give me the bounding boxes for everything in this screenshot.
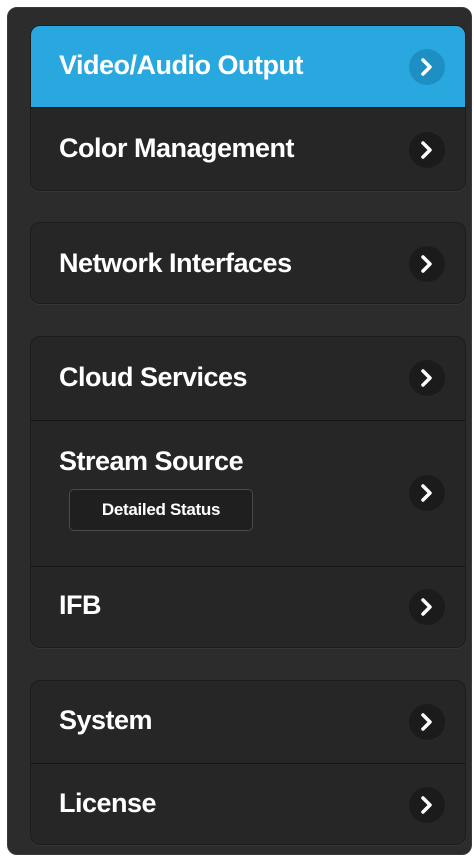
menu-group-output: Video/Audio Output Color Management [30, 25, 466, 191]
menu-item-ifb[interactable]: IFB [31, 567, 465, 647]
chevron-right-icon [409, 132, 445, 168]
chevron-right-icon [409, 49, 445, 85]
menu-item-cloud-services[interactable]: Cloud Services [31, 337, 465, 421]
chevron-right-icon [409, 787, 445, 823]
menu-item-label: Color Management [59, 133, 295, 163]
menu-item-label: License [59, 788, 157, 818]
menu-item-system[interactable]: System [31, 681, 465, 764]
menu-group-system: System License [30, 680, 466, 845]
menu-item-label: IFB [59, 590, 102, 620]
menu-item-license[interactable]: License [31, 764, 465, 844]
menu-item-label: Cloud Services [59, 362, 248, 392]
menu-item-label: Stream Source [59, 446, 244, 476]
menu-item-label: Network Interfaces [59, 248, 292, 278]
chevron-right-icon [409, 704, 445, 740]
menu-group-network: Network Interfaces [30, 222, 466, 304]
menu-item-stream-source[interactable]: Stream Source Detailed Status [31, 421, 465, 567]
chevron-right-icon [409, 246, 445, 282]
menu-item-label: System [59, 705, 153, 735]
menu-item-color-management[interactable]: Color Management [31, 108, 465, 190]
chevron-right-icon [409, 475, 445, 511]
chevron-right-icon [409, 589, 445, 625]
menu-group-services: Cloud Services Stream Source Detailed St… [30, 336, 466, 648]
menu-item-label: Video/Audio Output [59, 50, 303, 80]
detailed-status-button[interactable]: Detailed Status [69, 489, 253, 531]
menu-item-video-audio-output[interactable]: Video/Audio Output [31, 26, 465, 108]
menu-item-network-interfaces[interactable]: Network Interfaces [31, 223, 465, 303]
chevron-right-icon [409, 360, 445, 396]
